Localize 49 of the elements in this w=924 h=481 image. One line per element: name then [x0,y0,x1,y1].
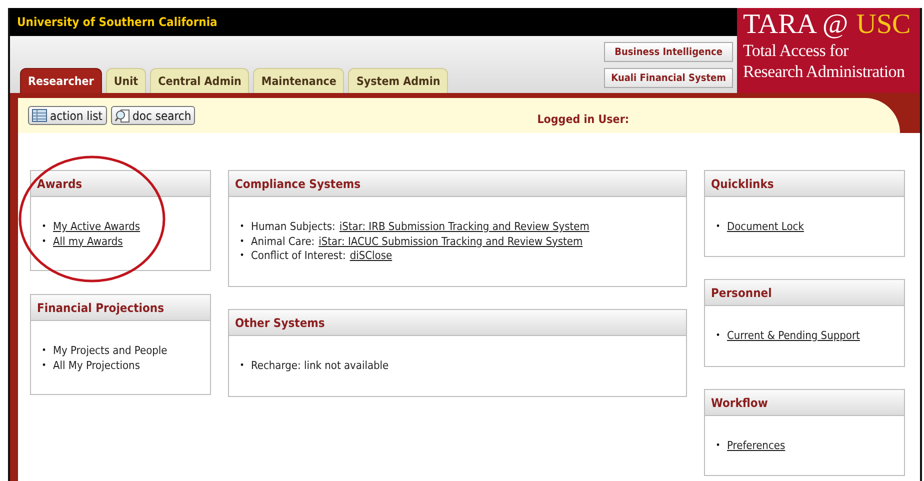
system-link-button[interactable]: Kuali Financial System [604,68,733,88]
list-label: Conflict of Interest: [251,249,346,264]
logo-subtitle: Total Access for [743,40,850,61]
bullet: • [40,221,48,234]
university-title: University of Southern California [17,15,218,29]
bullet: • [238,250,246,263]
nav-tab[interactable]: Researcher [20,68,102,93]
bullet: • [238,221,246,234]
bullet: • [40,360,48,372]
logo-title: TARA @ [743,10,848,40]
nav-tab[interactable]: Central Admin [150,68,250,93]
panel-title: Financial Projections [37,300,164,314]
bullet: • [714,440,722,453]
panel-link[interactable]: Document Lock [727,220,804,234]
panel-title: Quicklinks [711,176,774,190]
toolbar-button[interactable]: action list [28,106,107,125]
panel-link[interactable]: My Active Awards [53,220,140,234]
nav-tab[interactable]: System Admin [348,68,448,93]
panel-link[interactable]: iStar: IACUC Submission Tracking and Review System [318,234,583,249]
list-text: My Projects and People [53,344,168,358]
panel-link[interactable]: Current & Pending Support [727,329,860,344]
logo-subtitle: Research Administration [743,61,906,82]
bullet: • [40,236,48,248]
toolbar-button[interactable]: doc search [110,106,196,125]
system-link-button[interactable]: Business Intelligence [604,42,733,62]
panel-title: Workflow [711,396,768,410]
list-label: Human Subjects: [251,220,336,234]
panel-title: Other Systems [235,316,325,330]
nav-tab[interactable]: Unit [106,68,146,93]
list-label: Animal Care: [251,234,315,249]
panel-title: Compliance Systems [235,176,361,190]
bullet: • [238,360,246,373]
list-text: All My Projections [53,358,140,373]
nav-tab[interactable]: Maintenance [253,68,344,93]
bullet: • [714,330,722,343]
panel-link[interactable]: Preferences [727,439,786,454]
panel-link[interactable]: diSClose [350,249,392,264]
magnifier-icon [114,108,130,122]
panel-title: Awards [37,176,82,190]
logged-in-label: Logged in User: [537,112,630,126]
bullet: • [40,345,48,358]
logo-highlight: USC [856,10,911,40]
panel-title: Personnel [711,286,772,300]
bullet: • [238,236,246,248]
table-icon [32,109,47,122]
bullet: • [714,221,722,234]
panel-link[interactable]: All my Awards [53,234,123,249]
panel-link[interactable]: iStar: IRB Submission Tracking and Review System [339,220,590,234]
list-text: Recharge: link not available [251,359,389,374]
